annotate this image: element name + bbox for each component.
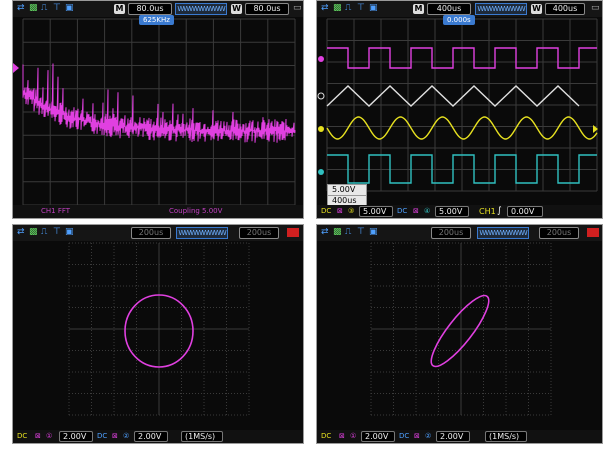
timebase-value[interactable]: 200us [431,227,471,239]
battery-icon: ▭ [293,3,302,13]
trigger-mode-icon: ⇄ [17,3,25,13]
window-timebase-value[interactable]: 80.0us [245,3,289,15]
fft-scale-label: Coupling 5.00V [169,207,223,215]
window-label: W [231,4,242,14]
ch-icon: ⊤ [357,227,365,237]
coupling-icon: DC [97,432,108,440]
ch1-marker-icon [13,63,19,73]
ch3-coupling-icon: DC [321,207,332,215]
save-icon: ▣ [65,227,74,237]
ch2-icon: ② [123,432,130,440]
battery-icon: ▭ [591,3,600,13]
frequency-marker: 625KHz [139,15,174,25]
ch2-triangle-trace [326,85,580,107]
window-timebase-value[interactable]: 200us [239,227,279,239]
pulse-trigger-icon: ⎍ [345,3,352,13]
coupling-icon: DC [399,432,410,440]
window-timebase-value[interactable]: 200us [539,227,579,239]
scope-screen-xy-circle: ⇄ ▩ ⎍ ⊤ ▣ 200us WWWWWWWW 200us DC ⊠ ① 2.… [12,224,304,444]
run-stop-icon: ▩ [29,3,38,13]
mode-label: M [413,4,424,14]
waveform-memory-bar: WWWWWWWW [176,227,228,239]
ch-a-volt-scale[interactable]: 2.00V [361,431,395,442]
status-bar: ⇄ ▩ ⎍ ⊤ ▣ 200us WWWWWWWW 200us [317,225,602,241]
coupling-icon: DC [397,207,408,215]
battery-low-icon [287,228,299,237]
ch3-icon: ③ [348,207,355,215]
ch-b-volt-scale[interactable]: 2.00V [134,431,168,442]
waveform-memory-bar: WWWWWWWW [175,3,227,15]
timebase-value[interactable]: 200us [131,227,171,239]
mode-label: M [114,4,125,14]
waveform-memory-bar: WWWWWWWW [477,227,529,239]
ch1-icon: ① [46,432,53,440]
coupling-icon: DC [17,432,28,440]
window-label: W [531,4,542,14]
fft-plot [13,18,296,206]
timebase-value[interactable]: 80.0us [128,3,172,15]
pulse-trigger-icon: ⎍ [41,227,48,237]
ch-probe-icon: ⊠ [414,432,420,440]
ch1-marker-icon [318,56,324,62]
bottom-bar: DC ⊠ ① 2.00V DC ⊠ ② 2.00V (1MS/s) [13,430,303,443]
trigger-source-label: CH1 [479,207,496,216]
ch4-marker-icon [318,169,324,175]
ch-a-volt-scale[interactable]: 2.00V [59,431,93,442]
ch-probe-icon: ⊠ [112,432,118,440]
bottom-bar: DC ⊠ ① 2.00V DC ⊠ ② 2.00V (1MS/s) [317,430,602,443]
ch-a-volt-scale[interactable]: 5.00V [359,206,393,217]
rising-edge-icon: ∫ [497,206,502,216]
save-icon: ▣ [369,227,378,237]
trigger-mode-icon: ⇄ [17,227,25,237]
ch4-icon: ④ [424,207,431,215]
run-stop-icon: ▩ [29,227,38,237]
bottom-bar: DC ⊠ ③ 5.00V DC ⊠ ④ 5.00V CH1 ∫ 0.00V [317,205,602,218]
trigger-mode-icon: ⇄ [321,3,329,13]
pulse-trigger-icon: ⎍ [345,227,352,237]
pulse-trigger-icon: ⎍ [41,3,48,13]
graticule [370,242,552,416]
xy-plot [370,242,552,416]
ch-probe-icon: ⊠ [35,432,41,440]
ch-b-volt-scale[interactable]: 5.00V [435,206,469,217]
scope-screen-xy-ellipse: ⇄ ▩ ⎍ ⊤ ▣ 200us WWWWWWWW 200us DC ⊠ ① 2.… [316,224,603,444]
fft-source-label: CH1 FFT [41,207,71,215]
sample-rate: (1MS/s) [181,431,223,442]
xy-plot [68,242,250,416]
ch-probe-icon: ⊠ [413,207,419,215]
timebase-value[interactable]: 400us [427,3,471,15]
lissajous-ellipse-trace [430,294,490,368]
ch-icon: ⊤ [53,3,61,13]
sample-rate: (1MS/s) [485,431,527,442]
ch-icon: ⊤ [357,3,365,13]
ch3-marker-icon [318,126,324,132]
trigger-time-marker: 0.000s [443,15,475,25]
scope-screen-four-channels: ⇄ ▩ ⎍ ⊤ ▣ M 400us WWWWWWWW W 400us ▭ 0.0… [316,0,603,219]
ch1-icon: ① [350,432,357,440]
ch-icon: ⊤ [53,227,61,237]
waveform-memory-bar: WWWWWWWW [475,3,527,15]
battery-low-icon [587,228,599,237]
trigger-level-value[interactable]: 0.00V [507,206,543,217]
ch-b-volt-scale[interactable]: 2.00V [436,431,470,442]
graticule [68,242,250,416]
status-bar: ⇄ ▩ ⎍ ⊤ ▣ 200us WWWWWWWW 200us [13,225,303,241]
run-stop-icon: ▩ [333,227,342,237]
ch2-icon: ② [425,432,432,440]
window-timebase-value[interactable]: 400us [545,3,585,15]
trigger-mode-icon: ⇄ [321,227,329,237]
ch-probe-icon: ⊠ [339,432,345,440]
save-icon: ▣ [65,3,74,13]
coupling-icon: DC [321,432,332,440]
ch-probe-icon: ⊠ [337,207,343,215]
scope-screen-fft: ⇄ ▩ ⎍ ⊤ ▣ M 80.0us WWWWWWWW W 80.0us ▭ 6… [12,0,304,219]
save-icon: ▣ [369,3,378,13]
ch2-marker-icon [317,92,325,100]
run-stop-icon: ▩ [333,3,342,13]
bottom-bar: CH1 FFT Coupling 5.00V [13,205,303,218]
